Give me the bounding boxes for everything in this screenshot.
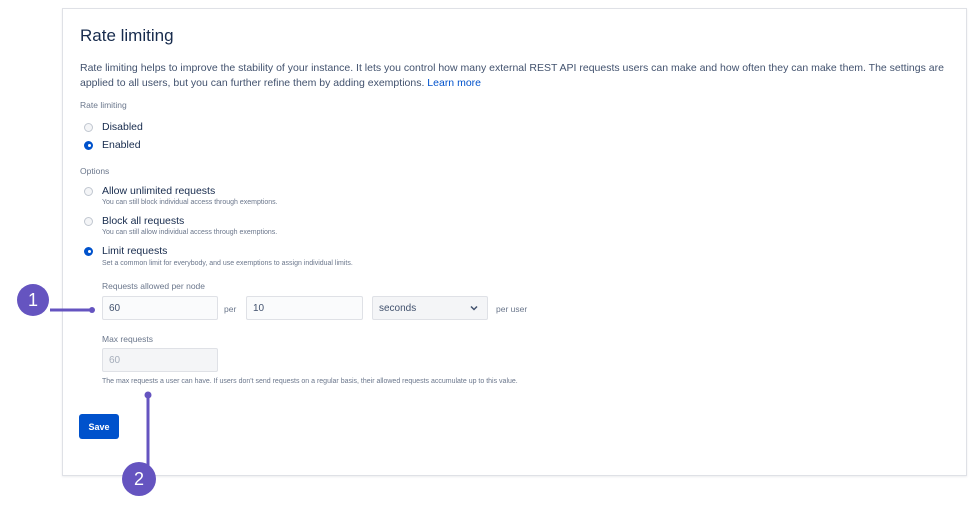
callout-connectors xyxy=(50,307,152,470)
callout-two-dot xyxy=(144,391,152,399)
callout-one-dot xyxy=(89,307,95,313)
callout-one-badge: 1 xyxy=(17,284,49,316)
callout-two-badge: 2 xyxy=(122,462,156,496)
